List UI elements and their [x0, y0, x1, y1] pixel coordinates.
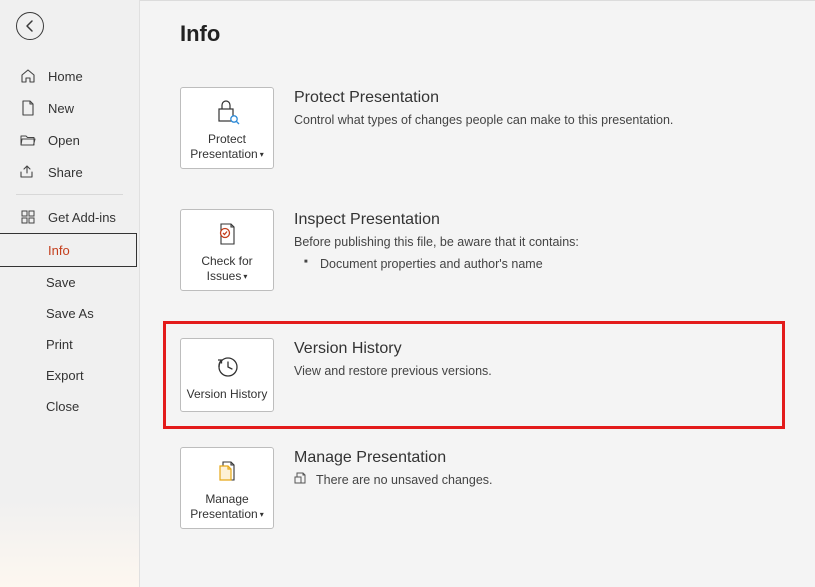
nav-info[interactable]: Info — [0, 233, 137, 267]
lock-icon — [211, 98, 243, 126]
section-title: Protect Presentation — [294, 89, 673, 107]
back-arrow-icon — [23, 19, 37, 33]
inspect-item: Document properties and author's name — [294, 254, 579, 274]
page-title: Info — [180, 21, 815, 47]
nav-export[interactable]: Export — [0, 360, 139, 391]
section-title: Manage Presentation — [294, 449, 493, 467]
section-title: Version History — [294, 340, 492, 358]
nav-new[interactable]: New — [0, 92, 139, 124]
protect-section: Protect Presentation▾ Protect Presentati… — [180, 87, 815, 169]
nav-label: Home — [48, 69, 83, 84]
nav-share[interactable]: Share — [0, 156, 139, 188]
chevron-down-icon: ▾ — [260, 510, 264, 519]
new-document-icon — [20, 100, 36, 116]
nav-label: Save As — [46, 306, 94, 321]
nav-label: Open — [48, 133, 80, 148]
tile-label: Version History — [187, 387, 268, 402]
nav-open[interactable]: Open — [0, 124, 139, 156]
nav-save[interactable]: Save — [0, 267, 139, 298]
nav-addins[interactable]: Get Add-ins — [0, 201, 139, 233]
section-desc: Before publishing this file, be aware th… — [294, 233, 579, 252]
inspect-section: Check for Issues▾ Inspect Presentation B… — [180, 209, 815, 291]
unsaved-icon — [294, 471, 308, 491]
nav-print[interactable]: Print — [0, 329, 139, 360]
nav-divider — [16, 194, 123, 195]
nav-label: Share — [48, 165, 83, 180]
check-issues-button[interactable]: Check for Issues▾ — [180, 209, 274, 291]
manage-document-icon — [211, 458, 243, 486]
home-icon — [20, 68, 36, 84]
tile-label: Manage Presentation▾ — [185, 492, 269, 522]
chevron-down-icon: ▾ — [243, 272, 247, 281]
nav-saveas[interactable]: Save As — [0, 298, 139, 329]
nav-label: Export — [46, 368, 84, 383]
nav-label: Get Add-ins — [48, 210, 116, 225]
share-icon — [20, 164, 36, 180]
chevron-down-icon: ▾ — [260, 150, 264, 159]
nav-spacer — [20, 242, 36, 258]
folder-open-icon — [20, 132, 36, 148]
section-content: Version History View and restore previou… — [294, 338, 492, 381]
history-icon — [211, 353, 243, 381]
manage-section: Manage Presentation▾ Manage Presentation… — [180, 447, 815, 529]
backstage-sidebar: Home New Open Share Get Add-ins Info Sav… — [0, 0, 140, 587]
back-button[interactable] — [16, 12, 44, 40]
addins-icon — [20, 209, 36, 225]
section-desc: There are no unsaved changes. — [294, 471, 493, 491]
section-content: Inspect Presentation Before publishing t… — [294, 209, 579, 274]
nav-label: Print — [46, 337, 73, 352]
section-title: Inspect Presentation — [294, 211, 579, 229]
nav-label: Info — [48, 243, 70, 258]
manage-presentation-button[interactable]: Manage Presentation▾ — [180, 447, 274, 529]
version-history-button[interactable]: Version History — [180, 338, 274, 412]
tile-label: Protect Presentation▾ — [185, 132, 269, 162]
info-pane: Info Protect Presentation▾ Protect Prese… — [140, 0, 815, 587]
version-history-section: Version History Version History View and… — [163, 321, 785, 429]
nav-home[interactable]: Home — [0, 60, 139, 92]
tile-label: Check for Issues▾ — [185, 254, 269, 284]
section-content: Protect Presentation Control what types … — [294, 87, 673, 130]
section-desc: View and restore previous versions. — [294, 362, 492, 381]
nav-label: New — [48, 101, 74, 116]
section-desc: Control what types of changes people can… — [294, 111, 673, 130]
nav-label: Save — [46, 275, 76, 290]
nav-label: Close — [46, 399, 79, 414]
check-document-icon — [211, 220, 243, 248]
protect-presentation-button[interactable]: Protect Presentation▾ — [180, 87, 274, 169]
nav-close[interactable]: Close — [0, 391, 139, 422]
section-content: Manage Presentation There are no unsaved… — [294, 447, 493, 491]
inspect-items: Document properties and author's name — [294, 254, 579, 274]
